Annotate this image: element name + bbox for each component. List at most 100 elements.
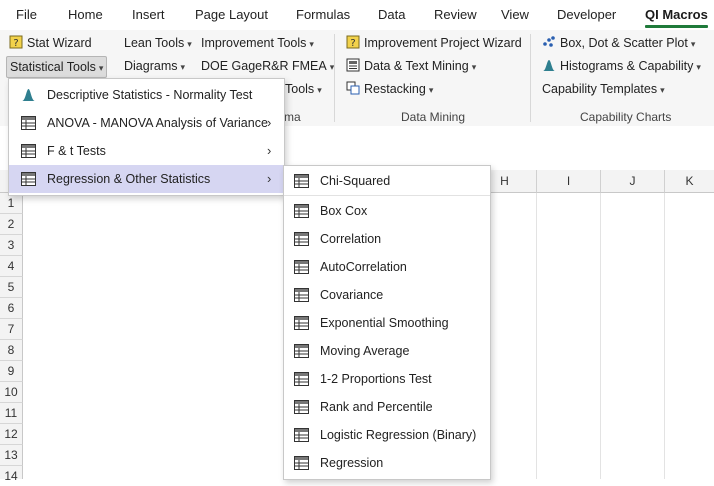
diagrams-button[interactable]: Diagrams ▾	[124, 56, 185, 76]
menu-item-label: Regression & Other Statistics	[47, 172, 211, 186]
chevron-down-icon: ▾	[660, 85, 665, 95]
table-icon	[294, 372, 309, 386]
tab-data[interactable]: Data	[378, 7, 405, 22]
table-icon	[21, 144, 36, 158]
tab-page-layout[interactable]: Page Layout	[195, 7, 268, 22]
submenu-item-box-cox[interactable]: Box Cox	[284, 197, 490, 225]
improvement-project-wizard-button[interactable]: ? Improvement Project Wizard	[346, 33, 522, 53]
menu-item-f-t-tests[interactable]: F & t Tests ›	[9, 137, 284, 165]
row-header[interactable]: 12	[0, 424, 23, 445]
submenu-item-exponential-smoothing[interactable]: Exponential Smoothing	[284, 309, 490, 337]
bell-curve-icon	[22, 89, 35, 101]
table-icon	[294, 232, 309, 246]
chevron-down-icon: ▾	[187, 39, 192, 49]
ribbon-tabs: File Home Insert Page Layout Formulas Da…	[0, 0, 714, 30]
column-header-k[interactable]: K	[665, 170, 714, 193]
group-label-capability-charts: Capability Charts	[580, 110, 672, 124]
chevron-down-icon: ▾	[180, 62, 186, 72]
menu-item-regression-other-statistics[interactable]: Regression & Other Statistics ›	[9, 165, 284, 193]
chevron-down-icon: ▾	[428, 85, 434, 95]
table-icon	[21, 116, 36, 130]
submenu-item-label: Chi-Squared	[320, 174, 391, 188]
histograms-capability-label: Histograms & Capability	[560, 59, 694, 73]
capability-templates-button[interactable]: Capability Templates ▾	[542, 79, 665, 99]
gridline	[536, 193, 537, 479]
improvement-tools-button[interactable]: Improvement Tools ▾	[201, 33, 314, 53]
row-header[interactable]: 14	[0, 466, 23, 483]
group-label-partial: ma	[284, 110, 301, 124]
statistical-tools-button[interactable]: Statistical Tools ▾	[6, 56, 108, 78]
tab-file[interactable]: File	[16, 7, 37, 22]
tab-view[interactable]: View	[501, 7, 529, 22]
improvement-tools-label: Improvement Tools	[201, 36, 307, 50]
submenu-item-proportions-test[interactable]: 1-2 Proportions Test	[284, 365, 490, 393]
row-header[interactable]: 2	[0, 214, 23, 235]
chevron-down-icon: ▾	[471, 62, 477, 72]
table-icon	[294, 174, 309, 188]
table-icon	[294, 456, 309, 470]
submenu-item-covariance[interactable]: Covariance	[284, 281, 490, 309]
chevron-right-icon: ›	[267, 143, 272, 158]
chevron-down-icon: ▾	[317, 85, 322, 95]
wizard-icon: ?	[346, 35, 360, 49]
row-header[interactable]: 7	[0, 319, 23, 340]
stat-wizard-button[interactable]: ? Stat Wizard	[9, 33, 92, 53]
doe-gage-fmea-button[interactable]: DOE GageR&R FMEA ▾	[201, 56, 334, 76]
row-header[interactable]: 9	[0, 361, 23, 382]
restacking-button[interactable]: Restacking ▾	[346, 79, 433, 99]
submenu-item-label: Moving Average	[320, 344, 410, 358]
tab-qi-macros[interactable]: QI Macros	[645, 7, 708, 22]
row-header[interactable]: 13	[0, 445, 23, 466]
column-header-j[interactable]: J	[601, 170, 665, 193]
menu-item-descriptive-statistics[interactable]: Descriptive Statistics - Normality Test	[9, 81, 284, 109]
row-header[interactable]: 5	[0, 277, 23, 298]
submenu-item-logistic-regression[interactable]: Logistic Regression (Binary)	[284, 421, 490, 449]
row-header[interactable]: 3	[0, 235, 23, 256]
chevron-down-icon: ▾	[309, 39, 314, 49]
box-dot-scatter-button[interactable]: Box, Dot & Scatter Plot ▾	[542, 33, 695, 53]
tab-formulas[interactable]: Formulas	[296, 7, 350, 22]
row-header[interactable]: 1	[0, 193, 23, 214]
data-mining-icon	[346, 58, 360, 72]
menu-item-label: ANOVA - MANOVA Analysis of Variance	[47, 116, 268, 130]
row-header[interactable]: 6	[0, 298, 23, 319]
submenu-item-autocorrelation[interactable]: AutoCorrelation	[284, 253, 490, 281]
tab-review[interactable]: Review	[434, 7, 477, 22]
group-separator	[530, 34, 531, 122]
restacking-label: Restacking	[364, 82, 426, 96]
submenu-item-chi-squared[interactable]: Chi-Squared	[284, 167, 490, 196]
menu-item-anova[interactable]: ANOVA - MANOVA Analysis of Variance ›	[9, 109, 284, 137]
menu-item-label: F & t Tests	[47, 144, 106, 158]
column-header-i[interactable]: I	[537, 170, 601, 193]
histograms-capability-button[interactable]: Histograms & Capability ▾	[542, 56, 701, 76]
tab-developer[interactable]: Developer	[557, 7, 616, 22]
data-text-mining-button[interactable]: Data & Text Mining ▾	[346, 56, 476, 76]
row-header[interactable]: 10	[0, 382, 23, 403]
gridline	[600, 193, 601, 479]
submenu-item-label: Rank and Percentile	[320, 400, 433, 414]
row-header[interactable]: 4	[0, 256, 23, 277]
submenu-item-moving-average[interactable]: Moving Average	[284, 337, 490, 365]
submenu-item-correlation[interactable]: Correlation	[284, 225, 490, 253]
submenu-item-label: Correlation	[320, 232, 382, 246]
tab-home[interactable]: Home	[68, 7, 103, 22]
submenu-item-label: 1-2 Proportions Test	[320, 372, 432, 386]
tools-label: Tools	[285, 82, 315, 96]
gridline	[664, 193, 665, 479]
row-header[interactable]: 11	[0, 403, 23, 424]
group-label-data-mining: Data Mining	[401, 110, 466, 124]
box-dot-scatter-label: Box, Dot & Scatter Plot	[560, 36, 688, 50]
row-header[interactable]: 8	[0, 340, 23, 361]
submenu-item-rank-percentile[interactable]: Rank and Percentile	[284, 393, 490, 421]
submenu-item-regression[interactable]: Regression	[284, 449, 490, 477]
tab-insert[interactable]: Insert	[132, 7, 165, 22]
submenu-item-label: Regression	[320, 456, 384, 470]
bell-curve-icon	[543, 60, 555, 71]
lean-tools-button[interactable]: Lean Tools ▾	[124, 33, 192, 53]
tools-button[interactable]: Tools ▾	[285, 79, 322, 99]
doe-gage-fmea-label: DOE GageR&R FMEA	[201, 59, 327, 73]
group-separator	[334, 34, 335, 122]
submenu-item-label: Logistic Regression (Binary)	[320, 428, 477, 442]
svg-text:?: ?	[13, 38, 18, 49]
statistical-tools-menu: Descriptive Statistics - Normality Test …	[8, 78, 285, 196]
